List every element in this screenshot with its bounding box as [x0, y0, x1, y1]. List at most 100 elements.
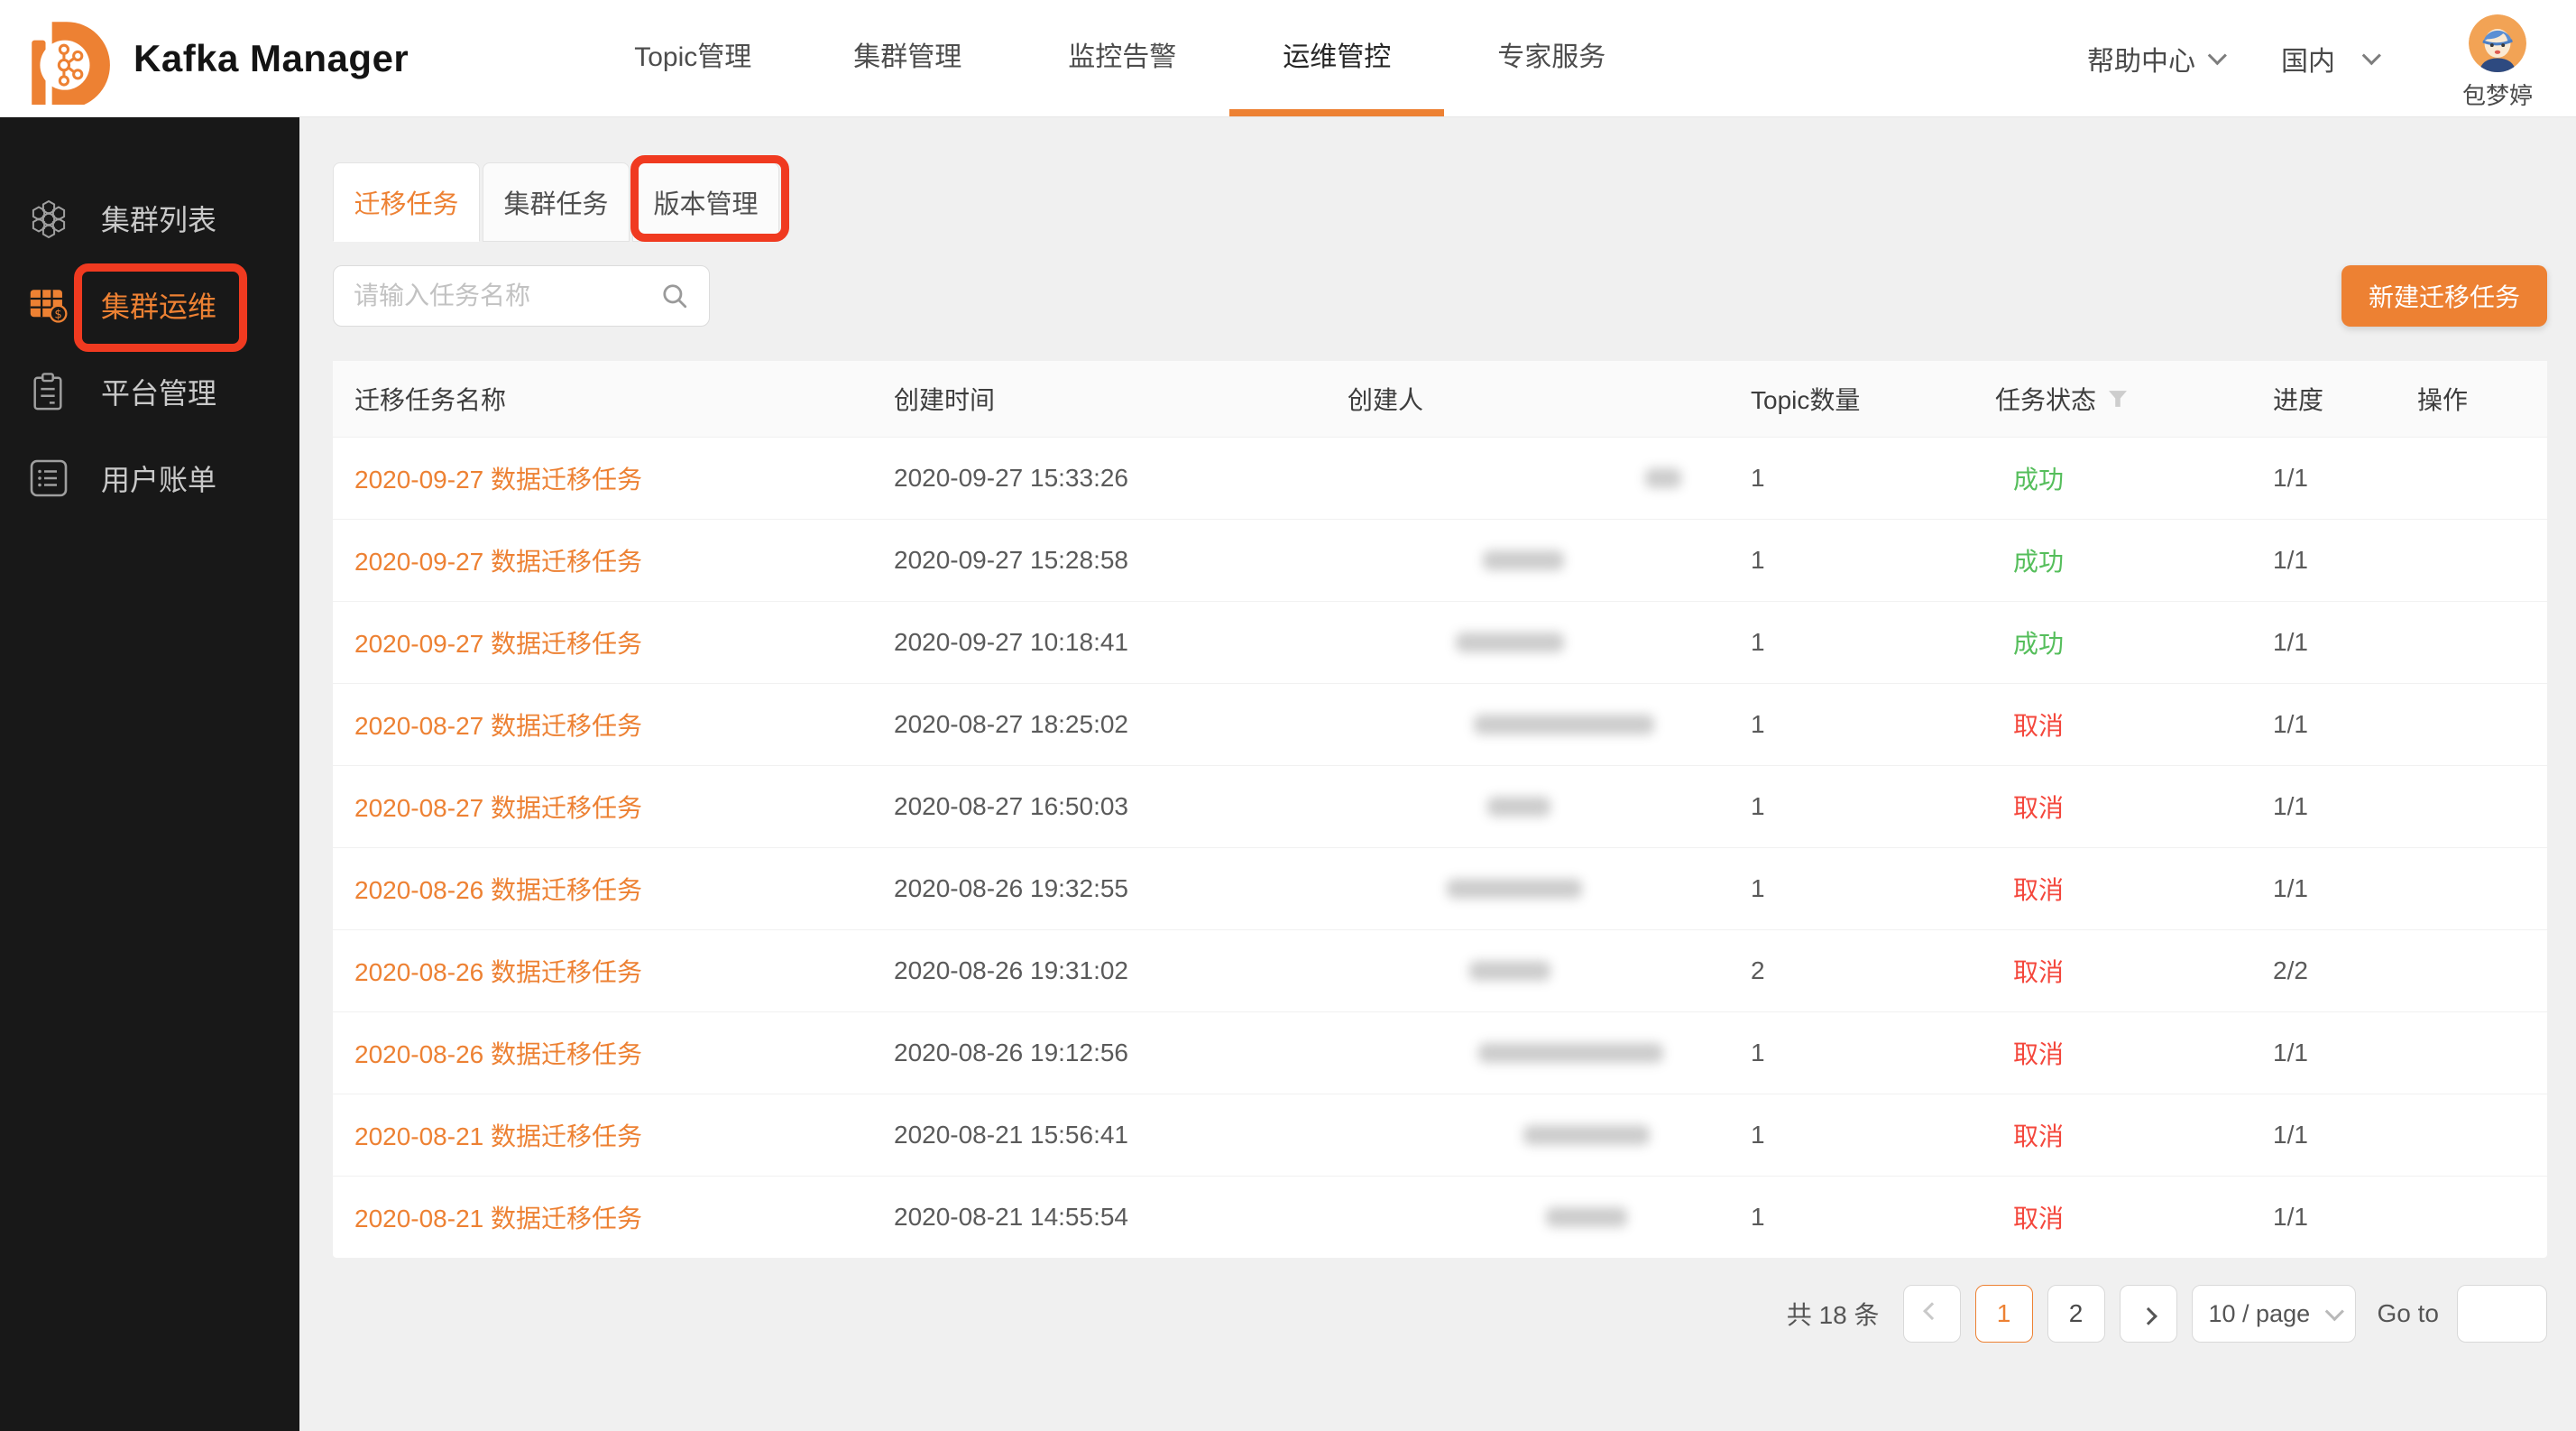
created-time-cell: 2020-09-27 10:18:41: [872, 601, 1326, 683]
topic-count-cell: 1: [1729, 1011, 1973, 1094]
operations-cell: [2396, 601, 2547, 683]
search-icon[interactable]: [660, 282, 689, 310]
hexagon-cluster-icon: [29, 197, 69, 240]
next-page-button[interactable]: [2120, 1285, 2177, 1343]
task-name-link[interactable]: 2020-09-27 数据迁移任务: [354, 630, 642, 658]
nav-topic-management[interactable]: Topic管理: [585, 0, 800, 116]
status-cell: 取消: [1973, 683, 2251, 765]
migration-task-table: 迁移任务名称 创建时间 创建人 Topic数量 任务状态: [333, 361, 2547, 1258]
main-nav: Topic管理 集群管理 监控告警 运维管控 专家服务: [585, 0, 1659, 116]
page-button-2[interactable]: 2: [2047, 1285, 2105, 1343]
operations-cell: [2396, 1094, 2547, 1176]
creator-cell: [1326, 1011, 1729, 1094]
created-time-cell: 2020-08-27 16:50:03: [872, 765, 1326, 847]
task-name-link[interactable]: 2020-08-26 数据迁移任务: [354, 1040, 642, 1068]
kafka-manager-app: Kafka Manager Topic管理 集群管理 监控告警 运维管控 专家服…: [0, 0, 2576, 1431]
app-title: Kafka Manager: [133, 37, 409, 80]
clipboard-icon: [29, 370, 69, 413]
status-cell: 成功: [1973, 601, 2251, 683]
redacted-creator: [1478, 1043, 1663, 1063]
task-name-link[interactable]: 2020-08-21 数据迁移任务: [354, 1122, 642, 1150]
region-selector[interactable]: 国内: [2281, 39, 2376, 78]
table-row: 2020-08-26 数据迁移任务 2020-08-26 19:12:56 1 …: [333, 1011, 2547, 1094]
goto-label: Go to: [2378, 1299, 2439, 1328]
chevron-right-icon: [2139, 1307, 2157, 1325]
task-name-link[interactable]: 2020-08-27 数据迁移任务: [354, 712, 642, 740]
bill-list-icon: [29, 457, 69, 500]
topic-count-cell: 1: [1729, 683, 1973, 765]
table-row: 2020-08-26 数据迁移任务 2020-08-26 19:32:55 1 …: [333, 847, 2547, 929]
topic-count-cell: 1: [1729, 847, 1973, 929]
table-row: 2020-08-21 数据迁移任务 2020-08-21 15:56:41 1 …: [333, 1094, 2547, 1176]
table-row: 2020-08-26 数据迁移任务 2020-08-26 19:31:02 2 …: [333, 929, 2547, 1011]
redacted-creator: [1456, 632, 1564, 652]
col-creator: 创建人: [1326, 361, 1729, 437]
region-label: 国内: [2281, 39, 2335, 78]
main-content: 迁移任务 集群任务 版本管理 新建迁移任务 迁移任务名称: [299, 117, 2576, 1431]
task-name-link[interactable]: 2020-08-26 数据迁移任务: [354, 958, 642, 986]
task-name-link[interactable]: 2020-08-21 数据迁移任务: [354, 1205, 642, 1233]
task-search-box[interactable]: [333, 265, 710, 327]
task-name-link[interactable]: 2020-09-27 数据迁移任务: [354, 548, 642, 576]
page-button-1[interactable]: 1: [1975, 1285, 2033, 1343]
status-cell: 取消: [1973, 929, 2251, 1011]
nav-cluster-management[interactable]: 集群管理: [800, 0, 1015, 116]
sidebar-item-label: 用户账单: [101, 457, 216, 499]
nav-expert-service[interactable]: 专家服务: [1444, 0, 1659, 116]
prev-page-button[interactable]: [1903, 1285, 1961, 1343]
status-badge: 取消: [2013, 1040, 2064, 1068]
status-badge: 取消: [2013, 1205, 2064, 1233]
created-time-cell: 2020-08-27 18:25:02: [872, 683, 1326, 765]
status-cell: 成功: [1973, 437, 2251, 519]
chevron-down-icon: [2208, 46, 2227, 65]
status-cell: 取消: [1973, 765, 2251, 847]
operations-cell: [2396, 847, 2547, 929]
chevron-left-icon: [1923, 1302, 1941, 1320]
sidebar-item-cluster-ops[interactable]: $ 集群运维: [0, 262, 299, 348]
nav-ops-control[interactable]: 运维管控: [1229, 0, 1444, 116]
creator-cell: [1326, 437, 1729, 519]
table-row: 2020-08-27 数据迁移任务 2020-08-27 16:50:03 1 …: [333, 765, 2547, 847]
sidebar: 集群列表 $ 集群运维: [0, 117, 299, 1431]
task-search-input[interactable]: [354, 282, 660, 310]
tab-version-management[interactable]: 版本管理: [632, 162, 779, 242]
tab-cluster-tasks[interactable]: 集群任务: [483, 162, 630, 242]
task-name-link[interactable]: 2020-08-27 数据迁移任务: [354, 794, 642, 822]
created-time-cell: 2020-09-27 15:28:58: [872, 519, 1326, 601]
new-migration-task-button[interactable]: 新建迁移任务: [2341, 265, 2547, 327]
goto-page-input[interactable]: [2457, 1285, 2547, 1343]
created-time-cell: 2020-08-26 19:32:55: [872, 847, 1326, 929]
progress-cell: 1/1: [2251, 601, 2396, 683]
user-menu[interactable]: 包梦婷: [2462, 14, 2533, 111]
filter-funnel-icon[interactable]: [2109, 391, 2127, 407]
progress-cell: 1/1: [2251, 765, 2396, 847]
task-name-link[interactable]: 2020-08-26 数据迁移任务: [354, 876, 642, 904]
svg-text:$: $: [54, 309, 61, 322]
task-name-link[interactable]: 2020-09-27 数据迁移任务: [354, 466, 642, 494]
progress-cell: 1/1: [2251, 437, 2396, 519]
sidebar-item-platform-management[interactable]: 平台管理: [0, 348, 299, 435]
topbar-right: 帮助中心 国内: [2087, 5, 2533, 111]
col-progress: 进度: [2251, 361, 2396, 437]
topic-count-cell: 1: [1729, 437, 1973, 519]
status-badge: 取消: [2013, 876, 2064, 904]
creator-cell: [1326, 1176, 1729, 1258]
nav-monitoring-alerts[interactable]: 监控告警: [1015, 0, 1229, 116]
operations-cell: [2396, 929, 2547, 1011]
operations-cell: [2396, 683, 2547, 765]
table-row: 2020-09-27 数据迁移任务 2020-09-27 15:33:26 1 …: [333, 437, 2547, 519]
help-center-menu[interactable]: 帮助中心: [2087, 39, 2222, 78]
tab-migration-tasks[interactable]: 迁移任务: [333, 162, 480, 242]
status-badge: 成功: [2013, 630, 2064, 658]
sidebar-item-cluster-list[interactable]: 集群列表: [0, 175, 299, 262]
col-created-time: 创建时间: [872, 361, 1326, 437]
chevron-down-icon: [2362, 46, 2381, 65]
created-time-cell: 2020-08-21 15:56:41: [872, 1094, 1326, 1176]
topic-count-cell: 2: [1729, 929, 1973, 1011]
page-size-select[interactable]: 10 / page: [2192, 1285, 2356, 1343]
sidebar-item-user-bills[interactable]: 用户账单: [0, 435, 299, 522]
status-badge: 成功: [2013, 548, 2064, 576]
creator-cell: [1326, 1094, 1729, 1176]
creator-cell: [1326, 847, 1729, 929]
col-operations: 操作: [2396, 361, 2547, 437]
